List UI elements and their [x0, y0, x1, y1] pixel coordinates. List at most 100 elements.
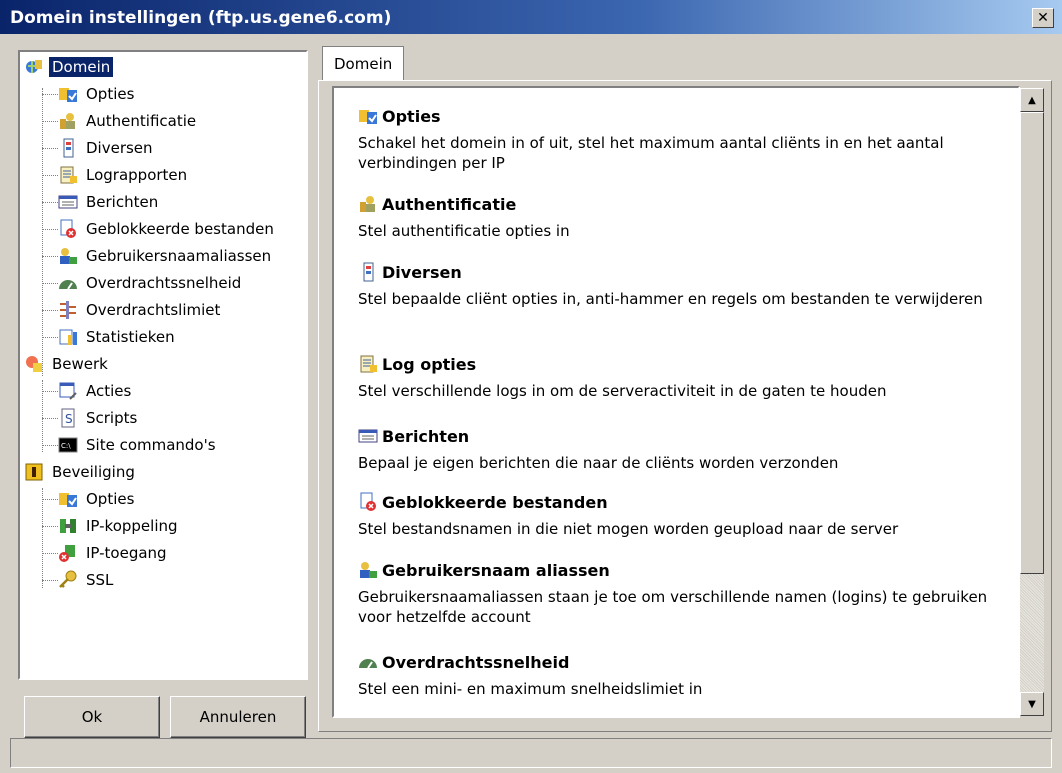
- section-description: Stel authentificatie opties in: [358, 222, 570, 240]
- command-prompt-icon: C:\: [58, 435, 78, 455]
- section-header[interactable]: Diversen: [358, 260, 1008, 284]
- tree-item[interactable]: C:\ Site commando's: [58, 432, 219, 458]
- scroll-down-button[interactable]: ▼: [1020, 692, 1044, 716]
- tree-item[interactable]: Berichten: [58, 189, 161, 215]
- tree-guide-line: [42, 148, 58, 149]
- section: Opties Schakel het domein in of uit, stel…: [358, 104, 1008, 173]
- tree-item[interactable]: Domein: [24, 54, 114, 80]
- tree-guide-line: [42, 553, 58, 554]
- tree-guide-line: [42, 391, 58, 392]
- section-title: Diversen: [382, 262, 462, 282]
- settings-tree[interactable]: Domein Opties Authentificatie Diversen Logra…: [18, 50, 308, 680]
- tree-item-label: Berichten: [86, 193, 159, 211]
- keys-user-icon: [358, 194, 378, 214]
- tree-item[interactable]: Lograpporten: [58, 162, 190, 188]
- ip-binding-icon: [58, 516, 78, 536]
- tree-item-label: Overdrachtssnelheid: [86, 274, 242, 292]
- status-bar: [10, 738, 1052, 768]
- tree-guide-line: [42, 94, 58, 95]
- section-description: Schakel het domein in of uit, stel het m…: [358, 134, 944, 172]
- ok-button-label: Ok: [81, 708, 103, 726]
- section: Berichten Bepaal je eigen berichten die n…: [358, 424, 1008, 473]
- tree-guide-line: [42, 202, 58, 203]
- close-button[interactable]: ✕: [1032, 8, 1054, 28]
- tree-guide-line: [42, 445, 58, 446]
- tree-guide-line: [42, 337, 58, 338]
- tree-item-label: IP-koppeling: [86, 517, 178, 535]
- tree-item[interactable]: Opties: [58, 486, 137, 512]
- log-icon: [58, 165, 78, 185]
- title-bar: Domein instellingen (ftp.us.gene6.com) ✕: [0, 0, 1062, 34]
- close-icon: ✕: [1037, 10, 1049, 26]
- tree-item-label: Acties: [86, 382, 132, 400]
- misc-icon: [58, 138, 78, 158]
- ok-button[interactable]: Ok: [24, 696, 160, 738]
- section-description: Stel een mini- en maximum snelheidslimie…: [358, 680, 703, 698]
- tree-guide-line: [42, 526, 58, 527]
- tree-item-label: Bewerk: [52, 355, 108, 373]
- section-description: Bepaal je eigen berichten die naar de cl…: [358, 454, 839, 472]
- security-lock-icon: [24, 462, 44, 482]
- tree-item[interactable]: Overdrachtssnelheid: [58, 270, 244, 296]
- vertical-scrollbar[interactable]: ▲ ▼: [1020, 88, 1044, 716]
- section-title: Log opties: [382, 354, 477, 374]
- options-icon: [358, 106, 378, 126]
- section-header[interactable]: Log opties: [358, 352, 1008, 376]
- cancel-button[interactable]: Annuleren: [170, 696, 306, 738]
- tree-item[interactable]: Beveiliging: [24, 459, 138, 485]
- tab-label: Domein: [334, 55, 393, 73]
- section: Authentificatie Stel authentificatie opti…: [358, 192, 1008, 241]
- tree-item[interactable]: Opties: [58, 81, 137, 107]
- section: Diversen Stel bepaalde cliënt opties in, …: [358, 260, 1008, 309]
- options-icon: [58, 489, 78, 509]
- user-alias-icon: [358, 560, 378, 580]
- section: Geblokkeerde bestanden Stel bestandsnamen…: [358, 490, 1008, 539]
- tree-item[interactable]: Diversen: [58, 135, 156, 161]
- actions-icon: [58, 381, 78, 401]
- tree-item-label: IP-toegang: [86, 544, 167, 562]
- section-description: Stel bepaalde cliënt opties in, anti-ham…: [358, 290, 983, 308]
- section-header[interactable]: Opties: [358, 104, 1008, 128]
- tab-domein[interactable]: Domein: [322, 46, 404, 80]
- tree-guide-line: [42, 488, 43, 588]
- section-title: Opties: [382, 106, 441, 126]
- tree-item-label: Lograpporten: [86, 166, 188, 184]
- section-header[interactable]: Geblokkeerde bestanden: [358, 490, 1008, 514]
- section-header[interactable]: Gebruikersnaam aliassen: [358, 558, 1008, 582]
- tree-item[interactable]: Statistieken: [58, 324, 178, 350]
- statistics-icon: [58, 327, 78, 347]
- tree-guide-line: [42, 229, 58, 230]
- tree-item[interactable]: IP-toegang: [58, 540, 170, 566]
- tree-guide-line: [42, 283, 58, 284]
- tree-item[interactable]: Gebruikersnaamaliassen: [58, 243, 274, 269]
- tree-item[interactable]: Bewerk: [24, 351, 111, 377]
- misc-icon: [358, 262, 378, 282]
- tree-item[interactable]: Authentificatie: [58, 108, 199, 134]
- tree-item[interactable]: Acties: [58, 378, 134, 404]
- tree-item[interactable]: Geblokkeerde bestanden: [58, 216, 277, 242]
- tree-guide-line: [42, 499, 58, 500]
- section-header[interactable]: Berichten: [358, 424, 1008, 448]
- speed-gauge-icon: [58, 273, 78, 293]
- keys-user-icon: [58, 111, 78, 131]
- ssl-key-icon: [58, 570, 78, 590]
- tree-guide-line: [42, 418, 58, 419]
- tree-item[interactable]: Overdrachtslimiet: [58, 297, 223, 323]
- section-description: Stel bestandsnamen in die niet mogen wor…: [358, 520, 899, 538]
- scroll-thumb[interactable]: [1020, 112, 1044, 574]
- section-header[interactable]: Overdrachtssnelheid: [358, 650, 1008, 674]
- content-pane: Opties Schakel het domein in of uit, stel…: [332, 86, 1020, 718]
- tree-item[interactable]: IP-koppeling: [58, 513, 181, 539]
- tree-guide-line: [42, 175, 58, 176]
- scroll-up-button[interactable]: ▲: [1020, 88, 1044, 112]
- tree-guide-line: [42, 310, 58, 311]
- tree-item[interactable]: SSL: [58, 567, 116, 593]
- blocked-file-icon: [58, 219, 78, 239]
- user-alias-icon: [58, 246, 78, 266]
- tree-item[interactable]: S Scripts: [58, 405, 140, 431]
- tree-item-label: Overdrachtslimiet: [86, 301, 221, 319]
- tree-item-label: SSL: [86, 571, 114, 589]
- transfer-limit-icon: [58, 300, 78, 320]
- section-header[interactable]: Authentificatie: [358, 192, 1008, 216]
- section-title: Geblokkeerde bestanden: [382, 492, 608, 512]
